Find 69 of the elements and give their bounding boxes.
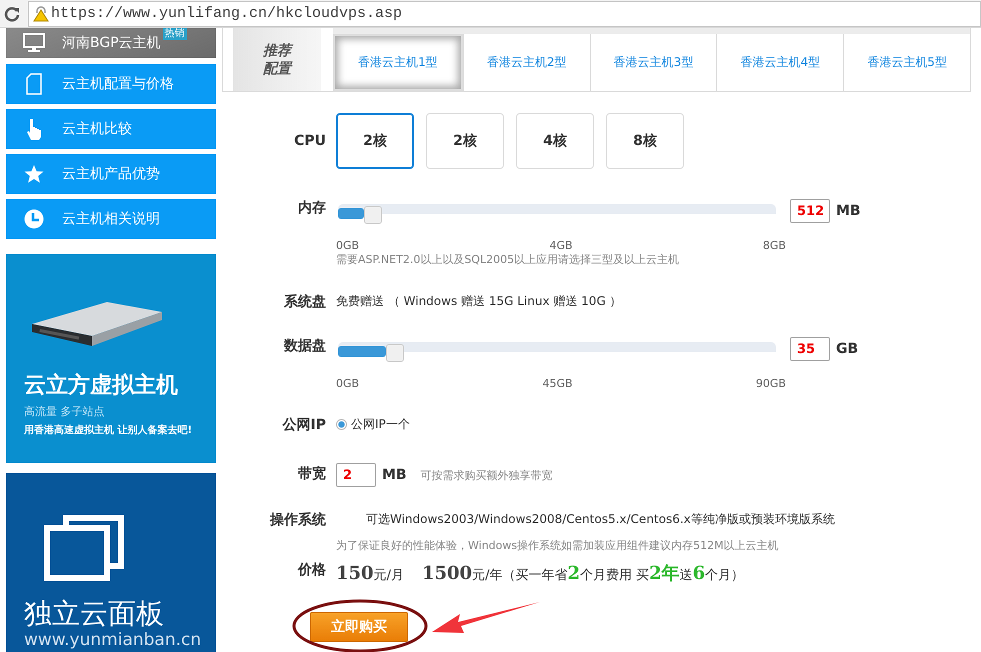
tick-label: 8GB [762, 239, 786, 252]
field-label: 内存 [297, 199, 327, 218]
banner-ad[interactable]: 独立云面板 www.yunmianban.cn [6, 473, 216, 652]
hint-text: 可按需求购买额外独享带宽 [420, 468, 553, 482]
slider-handle[interactable] [386, 344, 404, 362]
plan-tab[interactable]: 香港云主机5型 [843, 34, 970, 91]
sidebar-item[interactable]: 云主机比较 [6, 109, 216, 149]
hint-text: 需要ASP.NET2.0以上以及SQL2005以上应用请选择三型及以上云主机 [336, 252, 680, 267]
plan-tab[interactable]: 香港云主机1型 [333, 34, 463, 91]
unit-label: GB [836, 341, 858, 357]
plan-tab[interactable]: 香港云主机4型 [716, 34, 844, 91]
sidebar-label: 河南BGP云主机 [62, 34, 161, 52]
price-text: 150元/月 1500元/年（买一年省2个月费用 买2年送6个月） [336, 562, 744, 585]
banner-ad[interactable]: 云立方虚拟主机 高流量 多子站点 用香港高速虚拟主机 让别人备案去吧! [6, 254, 216, 463]
sidebar-item[interactable]: 云主机产品优势 [6, 154, 216, 194]
windows-icon [44, 513, 126, 581]
value-field[interactable]: 512 [790, 199, 830, 223]
plan-label: 推荐配置 [233, 28, 321, 91]
info-text: 可选Windows2003/Windows2008/Centos5.x/Centos6.x等纯净版或预装环境版系统 [365, 511, 835, 528]
sidebar-item[interactable]: 云主机相关说明 [6, 199, 216, 239]
info-text: 免费赠送 （ Windows 赠送 15G Linux 赠送 10G ） [336, 293, 622, 310]
tick-label: 90GB [756, 377, 786, 390]
tick-label: 45GB [542, 377, 573, 390]
category-header[interactable]: 河南BGP云主机 热销 [6, 28, 216, 58]
sidebar-item[interactable]: 云主机配置与价格 [6, 64, 216, 104]
tick-label: 0GB [336, 377, 360, 390]
hint-text: 为了保证良好的性能体验，Windows操作系统如需加装应用组件建议内存512M以上云主机 [336, 538, 780, 553]
sidebar-label: 云主机比较 [62, 120, 132, 138]
banner-subtitle: 高流量 多子站点 [24, 404, 106, 419]
field-label: 操作系统 [268, 511, 327, 530]
lock-warning-icon [33, 6, 49, 22]
address-field[interactable]: https://www.yunlifang.cn/hkcloudvps.asp [28, 0, 981, 26]
hot-badge: 热销 [162, 28, 187, 40]
field-label: 价格 [296, 561, 327, 580]
radio-label: 公网IP一个 [351, 416, 410, 433]
cpu-option[interactable]: 8核 [606, 113, 684, 169]
field-label: 公网IP [281, 416, 327, 434]
unit-label: MB [836, 203, 861, 219]
document-icon [26, 73, 42, 95]
banner-slogan: 用香港高速虚拟主机 让别人备案去吧! [24, 423, 194, 437]
buy-now-button[interactable]: 立即购买 [310, 612, 408, 642]
sidebar-label: 云主机配置与价格 [62, 75, 174, 93]
sidebar-label: 云主机相关说明 [62, 210, 160, 228]
pointing-hand-icon [26, 118, 42, 140]
field-label: CPU [293, 132, 327, 151]
star-icon [24, 164, 44, 184]
plan-tab[interactable]: 香港云主机2型 [462, 34, 590, 91]
banner-title: 独立云面板 [24, 597, 165, 631]
tick-label: 0GB [336, 239, 360, 252]
reload-icon[interactable] [4, 6, 20, 22]
slider-handle[interactable] [364, 206, 382, 224]
banner-title: 云立方虚拟主机 [24, 372, 179, 400]
field-label: 系统盘 [283, 293, 327, 311]
field-label: 数据盘 [282, 337, 327, 356]
banner-url: www.yunmianban.cn [24, 631, 202, 649]
unit-label: MB [382, 467, 407, 483]
cpu-option[interactable]: 2核 [426, 113, 504, 169]
tick-label: 4GB [549, 239, 573, 252]
plan-tab[interactable]: 香港云主机3型 [590, 34, 716, 91]
cpu-option[interactable]: 2核 [336, 113, 414, 169]
url-text: https://www.yunlifang.cn/hkcloudvps.asp [51, 5, 402, 22]
clock-icon [24, 209, 44, 229]
sidebar-label: 云主机产品优势 [62, 165, 160, 183]
field-label: 带宽 [297, 464, 327, 484]
monitor-icon [23, 33, 45, 53]
value-field[interactable]: 35 [790, 337, 830, 361]
cpu-option[interactable]: 4核 [516, 113, 594, 169]
bandwidth-field[interactable]: 2 [336, 463, 376, 487]
radio-button[interactable] [336, 419, 347, 430]
